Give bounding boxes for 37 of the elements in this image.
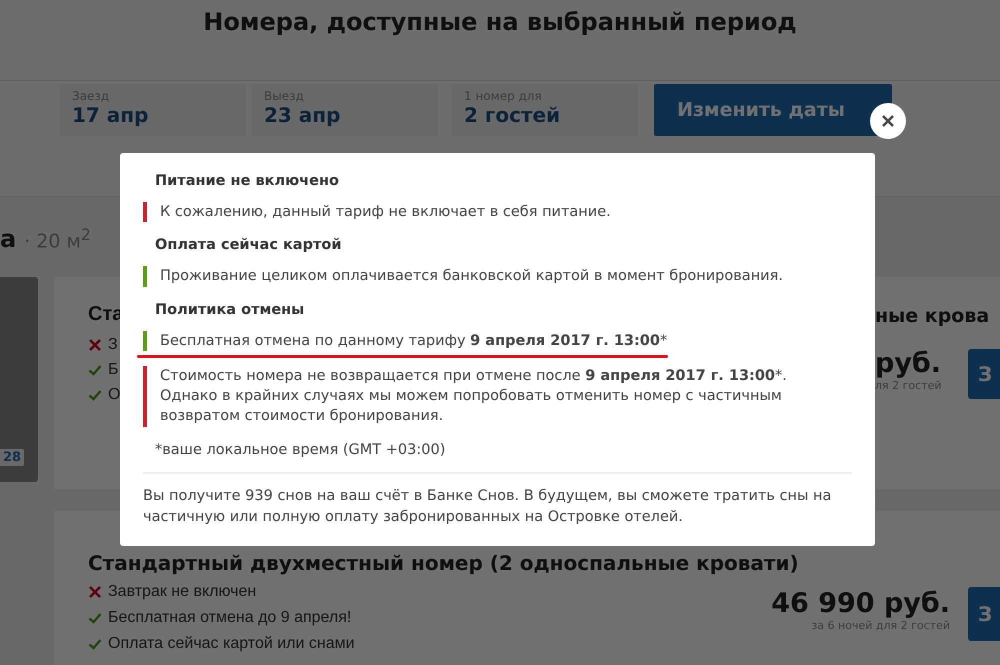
note-text: К сожалению, данный тариф не включает в себя питание.: [160, 203, 611, 222]
check-icon: [88, 611, 102, 625]
check-icon: [88, 388, 102, 402]
note-text: Проживание целиком оплачивается банковской картой в момент бронирования.: [160, 267, 783, 286]
status-bar: [143, 366, 147, 427]
page-title: Номера, доступные на выбранный период: [203, 8, 797, 36]
section-heading: Оплата сейчас картой: [154, 237, 342, 254]
room-name: а: [0, 225, 16, 254]
note-text: Стоимость номера не возвращается при отмене после 9 апреля 2017 г. 13:00*. Однако в крайних случаях мы можем попробовать отменить номер с частичным возвратом стоимости бронирования.: [160, 366, 788, 426]
feature-text: Завтрак не включен: [108, 583, 256, 601]
note-text: Бесплатная отмена по данному тарифу 9 апреля 2017 г. 13:00*: [160, 332, 668, 351]
room-title: Стандартный двухместный номер (2 односпальные кровати): [88, 551, 800, 575]
status-bar: [143, 202, 147, 222]
section-heading: Питание не включено: [154, 173, 340, 189]
check-icon: [88, 362, 102, 376]
status-bar: [143, 266, 147, 287]
feature-text: Б: [108, 360, 118, 378]
feature-text: О: [108, 386, 120, 404]
status-bar: [143, 330, 147, 351]
feature-text: Бесплатная отмена до 9 апреля!: [108, 609, 352, 627]
room-title: ные крова: [875, 305, 990, 327]
feature-text: Оплата сейчас картой или снами: [108, 635, 355, 653]
feature-text: З: [108, 336, 118, 354]
photo-placeholder[interactable]: 28: [0, 277, 38, 482]
change-dates-button[interactable]: Изменить даты: [654, 84, 892, 136]
room-price: руб.: [875, 349, 942, 379]
section-heading: Политика отмены: [154, 302, 306, 318]
room-price: 46 990 руб.: [771, 589, 950, 619]
check-icon: [88, 637, 102, 651]
book-button[interactable]: З: [968, 349, 1000, 399]
footnote: *ваше локальное время (GMT +03:00): [154, 442, 446, 458]
book-button[interactable]: З: [968, 587, 1000, 641]
bonus-text: Вы получите 939 снов на ваш счёт в Банке Снов. В будущем, вы сможете тратить сны на частичную или полную оплату забронированных на Островке отелей.: [143, 486, 832, 527]
close-icon: [880, 113, 896, 129]
photo-count-badge[interactable]: 28: [0, 449, 24, 466]
cross-icon: [88, 338, 102, 352]
cross-icon: [88, 585, 102, 599]
